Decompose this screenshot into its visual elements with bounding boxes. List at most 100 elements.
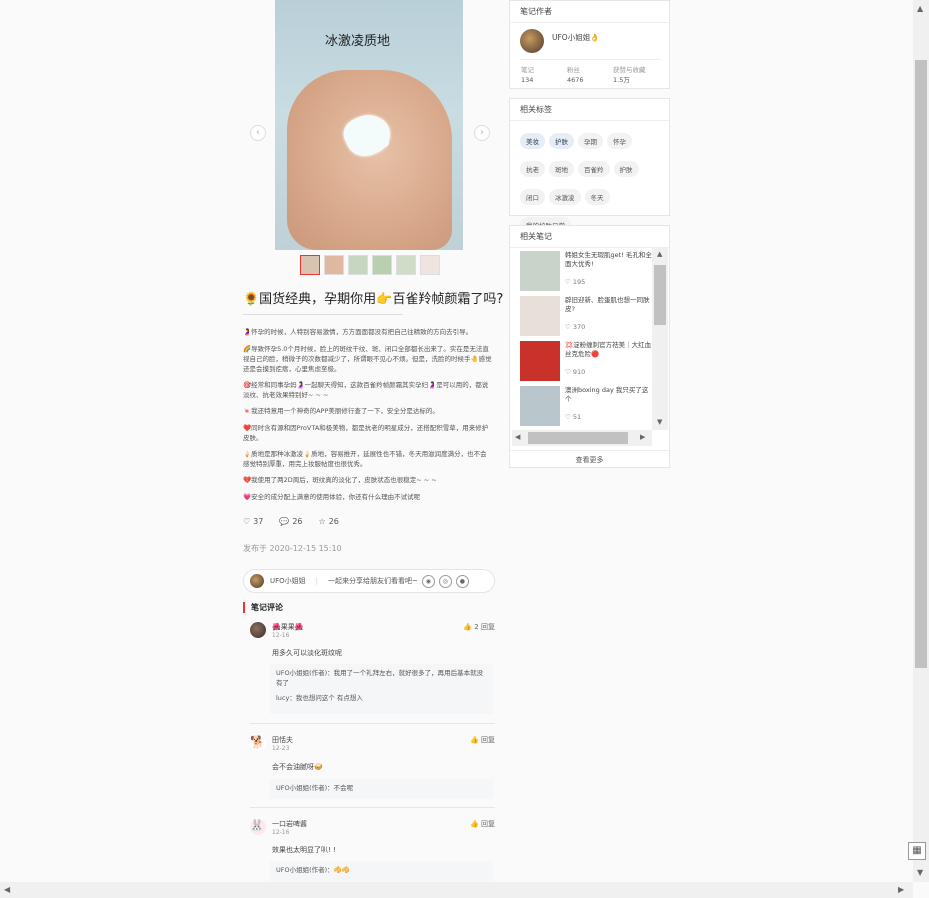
scroll-left-icon[interactable]: ◀ — [515, 433, 520, 441]
stat-label: 笔记 — [521, 66, 534, 74]
comment-button[interactable]: 💬 26 — [279, 517, 302, 526]
comment-date: 12-23 — [272, 745, 290, 752]
thumbnail[interactable] — [324, 255, 344, 275]
view-more-link[interactable]: 查看更多 — [510, 450, 669, 465]
avatar-glyph: 🐕 — [250, 735, 265, 749]
tag-chip[interactable]: 冬天 — [584, 189, 610, 205]
share-wechat-icon[interactable]: ◉ — [421, 574, 435, 588]
reply-button[interactable]: 回复 — [481, 820, 495, 828]
note-title: 💢淀粉缠刺官方祛美｜大红血丝克危险🔴 — [565, 341, 652, 358]
note-thumbnail[interactable] — [520, 251, 560, 291]
scroll-thumb[interactable] — [528, 432, 628, 444]
page-scrollbar-vertical[interactable]: ▲ ▼ — [913, 0, 929, 882]
scroll-down-icon[interactable]: ▼ — [657, 418, 662, 426]
tag-chip[interactable]: 抗老 — [520, 161, 545, 177]
heart-icon: ♡ — [565, 323, 573, 331]
avatar[interactable] — [520, 29, 544, 53]
stat-value: 134 — [521, 76, 534, 84]
comment-item: 🌺果果🌺 12-16 👍 2 回复 用多久可以淡化斑纹呢 UFO小姐姐(作者)：… — [250, 622, 495, 724]
thumb-up-icon[interactable]: 👍 — [470, 820, 479, 828]
comment-author[interactable]: 田恬夫 — [272, 735, 293, 745]
scroll-right-icon[interactable]: ▶ — [898, 885, 904, 894]
note-thumbnail[interactable] — [520, 296, 560, 336]
notes-scrollbar-vertical[interactable]: ▲ ▼ — [652, 248, 668, 430]
avatar-glyph: 🐰 — [250, 819, 264, 832]
page-scrollbar-horizontal[interactable]: ◀ ▶ — [0, 882, 913, 898]
tag-chip[interactable]: 孕期 — [578, 133, 603, 149]
related-note-item[interactable]: 辟旧迎新、脸蛋肌也想一同肤皮? ♡ 370 — [520, 296, 652, 336]
thumb-up-icon[interactable]: 👍 — [470, 736, 479, 744]
author-name[interactable]: UFO小姐姐👌 — [552, 32, 600, 43]
tag-list: 美妆护肤孕期怀孕抗老斑地百雀羚护肤闭口冰激凌冬天我的护肤日常 — [510, 121, 669, 241]
thumb-up-icon[interactable]: 👍 — [463, 623, 472, 631]
reply-box: UFO小姐姐(作者)：🥠🥠 — [270, 861, 493, 881]
comment-author[interactable]: 一口岩啤酱 — [272, 819, 307, 829]
note-like-count: 51 — [572, 413, 582, 421]
reply-text: UFO小姐姐(作者)：🥠🥠 — [276, 866, 350, 874]
stat-value: 1.5万 — [613, 76, 630, 84]
tag-chip[interactable]: 护肤 — [549, 133, 574, 149]
avatar[interactable] — [250, 622, 266, 638]
author-card: 笔记作者 UFO小姐姐👌 笔记 134 粉丝 4676 获赞与收藏 1.5万 — [509, 0, 670, 89]
stat-item: 笔记 134 — [521, 65, 534, 85]
post-paragraph: 🍦质地是那种冰激凌🍦质地，容易推开，延展性也不错，冬天用滋润度满分，也不会感觉特… — [243, 450, 487, 468]
scroll-thumb[interactable] — [654, 265, 666, 325]
share-moments-icon[interactable]: ◎ — [438, 574, 452, 588]
scroll-left-icon[interactable]: ◀ — [4, 885, 10, 894]
star-icon: ☆ — [318, 517, 326, 526]
like-button[interactable]: ♡ 37 — [243, 517, 263, 526]
stat-value: 4676 — [567, 76, 584, 84]
post-paragraph: 🎯经常和同事孕妈🤰一起聊天得知，这款百雀羚帧颜霜其实孕妇🤰是可以用的，都说淡纹、… — [243, 381, 489, 399]
author-name[interactable]: UFO小姐姐 — [270, 576, 306, 586]
tag-chip[interactable]: 斑地 — [549, 161, 574, 177]
card-title: 笔记作者 — [510, 1, 669, 23]
tag-chip[interactable]: 怀孕 — [607, 133, 632, 149]
tag-chip[interactable]: 护肤 — [613, 161, 639, 177]
card-title: 相关笔记 — [510, 226, 669, 248]
reply-button[interactable]: 回复 — [481, 736, 495, 744]
comment-text: 效果也太明显了叭! ! — [272, 846, 336, 854]
related-note-item[interactable]: 💢淀粉缠刺官方祛美｜大红血丝克危险🔴 ♡ 910 — [520, 341, 652, 381]
note-thumbnail[interactable] — [520, 341, 560, 381]
scroll-up-icon[interactable]: ▲ — [917, 4, 923, 13]
stat-item: 获赞与收藏 1.5万 — [613, 65, 646, 85]
post-title: 🌻国货经典，孕期你用👉百雀羚帧颜霜了吗? — [243, 292, 504, 307]
cream-dot — [375, 138, 389, 148]
note-thumbnail[interactable] — [520, 386, 560, 426]
next-image-icon[interactable]: › — [474, 125, 490, 141]
comment-author[interactable]: 🌺果果🌺 — [272, 622, 303, 632]
notes-scrollbar-horizontal[interactable]: ◀ ▶ — [512, 430, 652, 446]
tag-chip[interactable]: 冰激凌 — [549, 189, 581, 205]
scroll-right-icon[interactable]: ▶ — [640, 433, 645, 441]
collect-button[interactable]: ☆ 26 — [319, 517, 339, 526]
avatar[interactable] — [250, 574, 264, 588]
related-note-item[interactable]: 韩姐女生无瑕肌get! 毛孔和全面大优秀! ♡ 195 — [520, 251, 652, 291]
related-note-item[interactable]: 澳洲boxing day 我只买了这个 ♡ 51 — [520, 386, 652, 426]
thumbnail[interactable] — [420, 255, 440, 275]
share-weibo-icon[interactable]: ● — [455, 574, 469, 588]
note-likes: ♡ 195 — [565, 278, 585, 286]
thumbnail[interactable] — [372, 255, 392, 275]
avatar[interactable]: 🐕 — [250, 735, 266, 751]
tag-chip[interactable]: 闭口 — [520, 189, 545, 205]
scroll-up-icon[interactable]: ▲ — [657, 250, 662, 258]
post-paragraph: 💔我使用了两2D周后，斑纹真的淡化了，皮肤状态也很稳定~ ~ ~ — [243, 476, 437, 484]
thumbnail[interactable] — [300, 255, 320, 275]
avatar[interactable]: 🐰 — [250, 819, 266, 835]
thumbnail[interactable] — [396, 255, 416, 275]
post-main-image[interactable]: 冰激凌质地 — [275, 0, 463, 250]
thumbnail[interactable] — [348, 255, 368, 275]
qr-code-icon[interactable]: ▦ — [908, 842, 926, 860]
scroll-thumb[interactable] — [915, 60, 927, 668]
share-bar: UFO小姐姐 | 一起来分享给朋友们看看吧~ ◉ ◎ ● — [243, 569, 495, 593]
tag-chip[interactable]: 百雀羚 — [578, 161, 610, 177]
post-paragraph: 🍬我还特意用一个神奇的APP美丽修行查了一下，安全分是达标的。 — [243, 407, 439, 415]
stat-label: 获赞与收藏 — [613, 66, 646, 74]
comment-date: 12-16 — [272, 632, 290, 639]
tag-chip[interactable]: 美妆 — [520, 133, 545, 149]
prev-image-icon[interactable]: ‹ — [250, 125, 266, 141]
heart-icon: ♡ — [565, 278, 573, 286]
reply-button[interactable]: 回复 — [481, 623, 495, 631]
scroll-down-icon[interactable]: ▼ — [917, 868, 923, 877]
reply-box: UFO小姐姐(作者)：我用了一个礼拜左右，就好很多了，再用后基本就没有了 luc… — [270, 664, 493, 714]
